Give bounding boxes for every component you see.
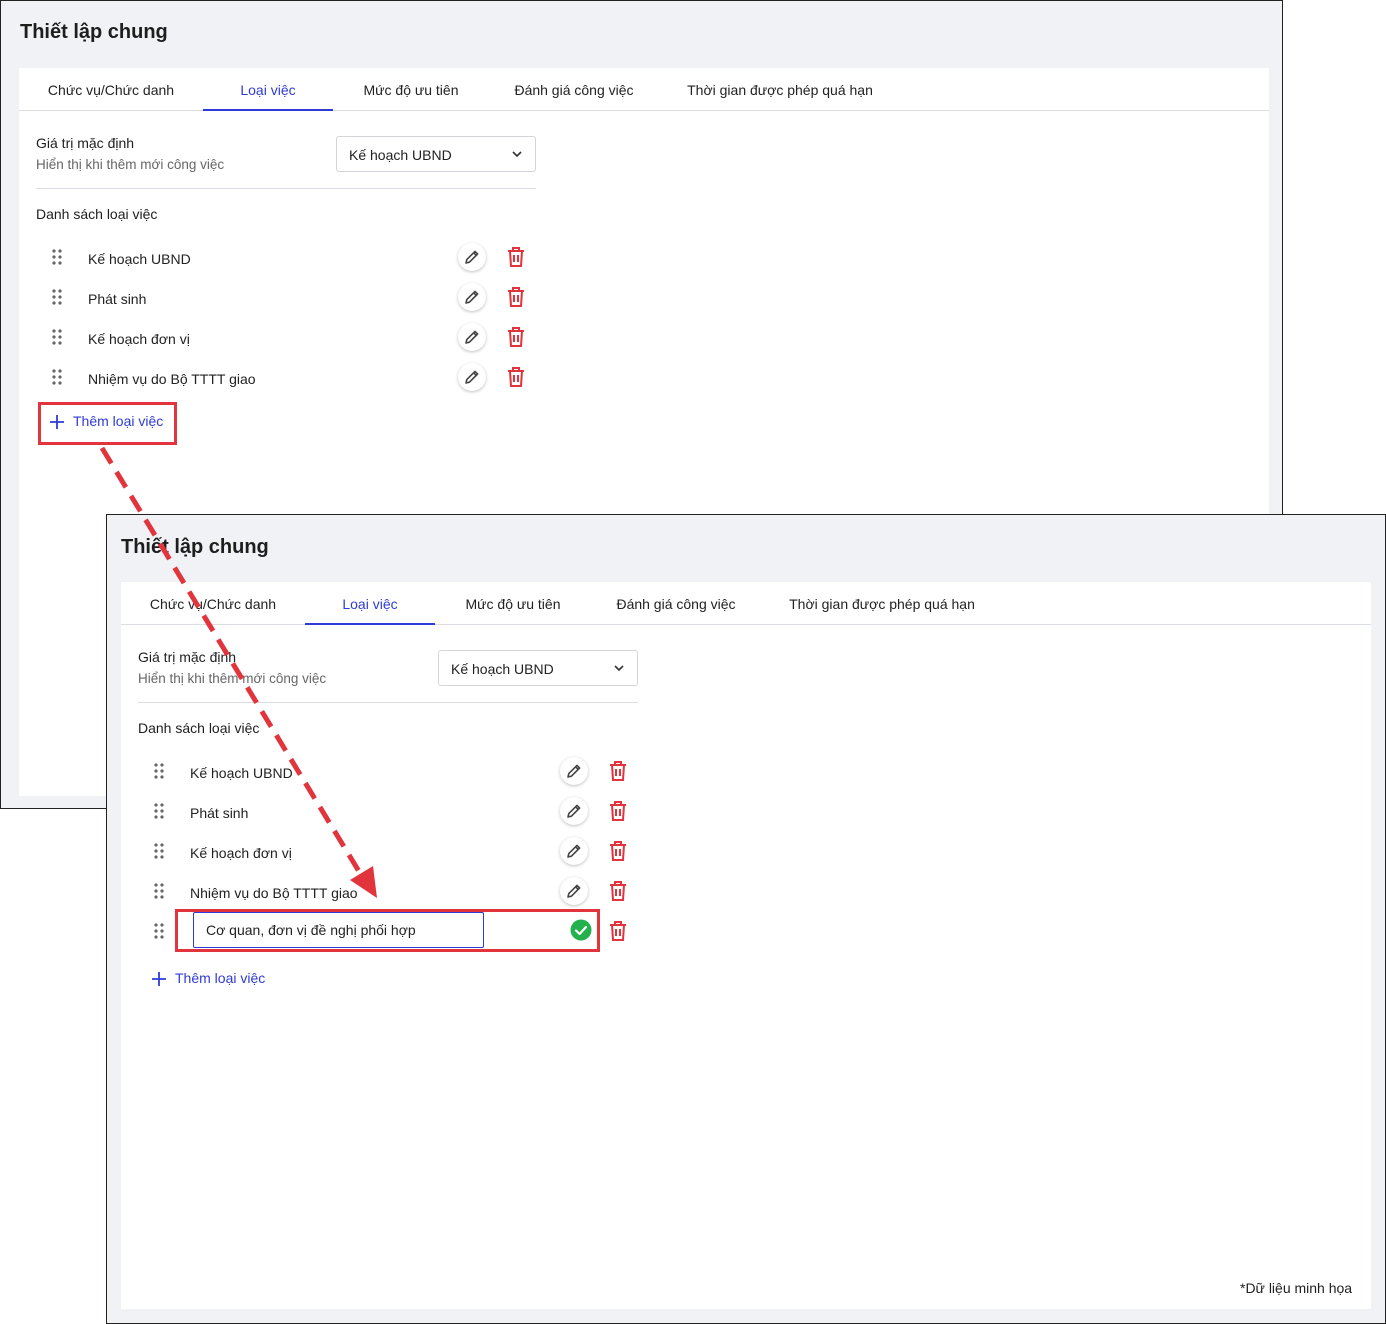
footnote: *Dữ liệu minh họa	[1240, 1280, 1353, 1296]
tab-priority[interactable]: Mức độ ưu tiên	[347, 68, 475, 111]
drag-handle-icon[interactable]	[51, 368, 63, 386]
add-task-type-label: Thêm loại việc	[175, 970, 266, 986]
tab-overdue-time[interactable]: Thời gian được phép quá hạn	[675, 68, 885, 111]
check-circle-icon[interactable]	[570, 919, 592, 941]
list-item: Kế hoạch đơn vị	[36, 318, 536, 358]
list-item: Nhiệm vụ do Bộ TTTT giao	[138, 872, 638, 912]
tab-bar: Chức vụ/Chức danh Loại việc Mức độ ưu ti…	[19, 68, 1269, 111]
drag-handle-icon[interactable]	[51, 288, 63, 306]
default-value-hint: Hiển thị khi thêm mới công việc	[138, 671, 327, 686]
tab-bar: Chức vụ/Chức danh Loại việc Mức độ ưu ti…	[121, 582, 1371, 625]
drag-handle-icon[interactable]	[153, 802, 165, 820]
trash-icon[interactable]	[504, 324, 528, 350]
edit-button[interactable]	[458, 283, 486, 311]
drag-handle-icon[interactable]	[51, 328, 63, 346]
task-type-list-title: Danh sách loại việc	[36, 206, 158, 222]
pencil-icon	[567, 764, 581, 778]
default-value-selected: Kế hoạch UBND	[451, 661, 554, 677]
task-type-list-title: Danh sách loại việc	[138, 720, 260, 736]
list-item-label: Phát sinh	[190, 805, 249, 821]
default-value-hint: Hiển thị khi thêm mới công việc	[36, 157, 225, 172]
new-list-item	[138, 908, 638, 952]
tab-priority[interactable]: Mức độ ưu tiên	[449, 582, 577, 625]
tab-task-evaluation[interactable]: Đánh giá công việc	[499, 68, 649, 111]
drag-handle-icon[interactable]	[51, 248, 63, 266]
drag-handle-icon[interactable]	[153, 922, 165, 940]
edit-button[interactable]	[560, 877, 588, 905]
trash-icon[interactable]	[504, 284, 528, 310]
default-value-select[interactable]: Kế hoạch UBND	[336, 136, 536, 172]
trash-icon[interactable]	[606, 918, 630, 944]
list-item: Kế hoạch đơn vị	[138, 832, 638, 872]
list-item: Nhiệm vụ do Bộ TTTT giao	[36, 358, 536, 398]
trash-icon[interactable]	[606, 758, 630, 784]
divider	[36, 188, 536, 189]
default-value-selected: Kế hoạch UBND	[349, 147, 452, 163]
list-item: Kế hoạch UBND	[138, 752, 638, 792]
page-title: Thiết lập chung	[20, 21, 168, 43]
edit-button[interactable]	[458, 243, 486, 271]
pencil-icon	[465, 290, 479, 304]
tab-task-type[interactable]: Loại việc	[203, 68, 333, 111]
list-item: Kế hoạch UBND	[36, 238, 536, 278]
default-value-label: Giá trị mặc định	[138, 649, 237, 665]
edit-button[interactable]	[560, 797, 588, 825]
settings-window-after: Thiết lập chung Chức vụ/Chức danh Loại v…	[106, 514, 1386, 1324]
add-task-type-label: Thêm loại việc	[73, 413, 164, 429]
trash-icon[interactable]	[606, 798, 630, 824]
list-item-label: Kế hoạch đơn vị	[190, 845, 292, 861]
list-item: Phát sinh	[36, 278, 536, 318]
tab-task-evaluation[interactable]: Đánh giá công việc	[601, 582, 751, 625]
trash-icon[interactable]	[504, 364, 528, 390]
trash-icon[interactable]	[504, 244, 528, 270]
chevron-down-icon	[614, 665, 624, 672]
edit-button[interactable]	[458, 323, 486, 351]
drag-handle-icon[interactable]	[153, 762, 165, 780]
new-task-type-input[interactable]	[193, 912, 484, 948]
edit-button[interactable]	[560, 757, 588, 785]
plus-icon	[50, 415, 64, 429]
list-item-label: Nhiệm vụ do Bộ TTTT giao	[190, 885, 358, 901]
edit-button[interactable]	[560, 837, 588, 865]
pencil-icon	[465, 250, 479, 264]
pencil-icon	[465, 370, 479, 384]
drag-handle-icon[interactable]	[153, 882, 165, 900]
tab-position-title[interactable]: Chức vụ/Chức danh	[133, 582, 293, 625]
plus-icon	[152, 972, 166, 986]
drag-handle-icon[interactable]	[153, 842, 165, 860]
tab-task-type[interactable]: Loại việc	[305, 582, 435, 625]
list-item-label: Nhiệm vụ do Bộ TTTT giao	[88, 371, 256, 387]
settings-card: Chức vụ/Chức danh Loại việc Mức độ ưu ti…	[121, 582, 1371, 1309]
pencil-icon	[567, 844, 581, 858]
pencil-icon	[465, 330, 479, 344]
list-item-label: Kế hoạch đơn vị	[88, 331, 190, 347]
list-item: Phát sinh	[138, 792, 638, 832]
tab-overdue-time[interactable]: Thời gian được phép quá hạn	[777, 582, 987, 625]
pencil-icon	[567, 804, 581, 818]
edit-button[interactable]	[458, 363, 486, 391]
tab-position-title[interactable]: Chức vụ/Chức danh	[31, 68, 191, 111]
page-title: Thiết lập chung	[121, 536, 269, 558]
chevron-down-icon	[512, 151, 522, 158]
list-item-label: Kế hoạch UBND	[88, 251, 191, 267]
default-value-select[interactable]: Kế hoạch UBND	[438, 650, 638, 686]
trash-icon[interactable]	[606, 878, 630, 904]
pencil-icon	[567, 884, 581, 898]
trash-icon[interactable]	[606, 838, 630, 864]
default-value-label: Giá trị mặc định	[36, 135, 135, 151]
list-item-label: Phát sinh	[88, 291, 147, 307]
list-item-label: Kế hoạch UBND	[190, 765, 293, 781]
divider	[138, 702, 638, 703]
